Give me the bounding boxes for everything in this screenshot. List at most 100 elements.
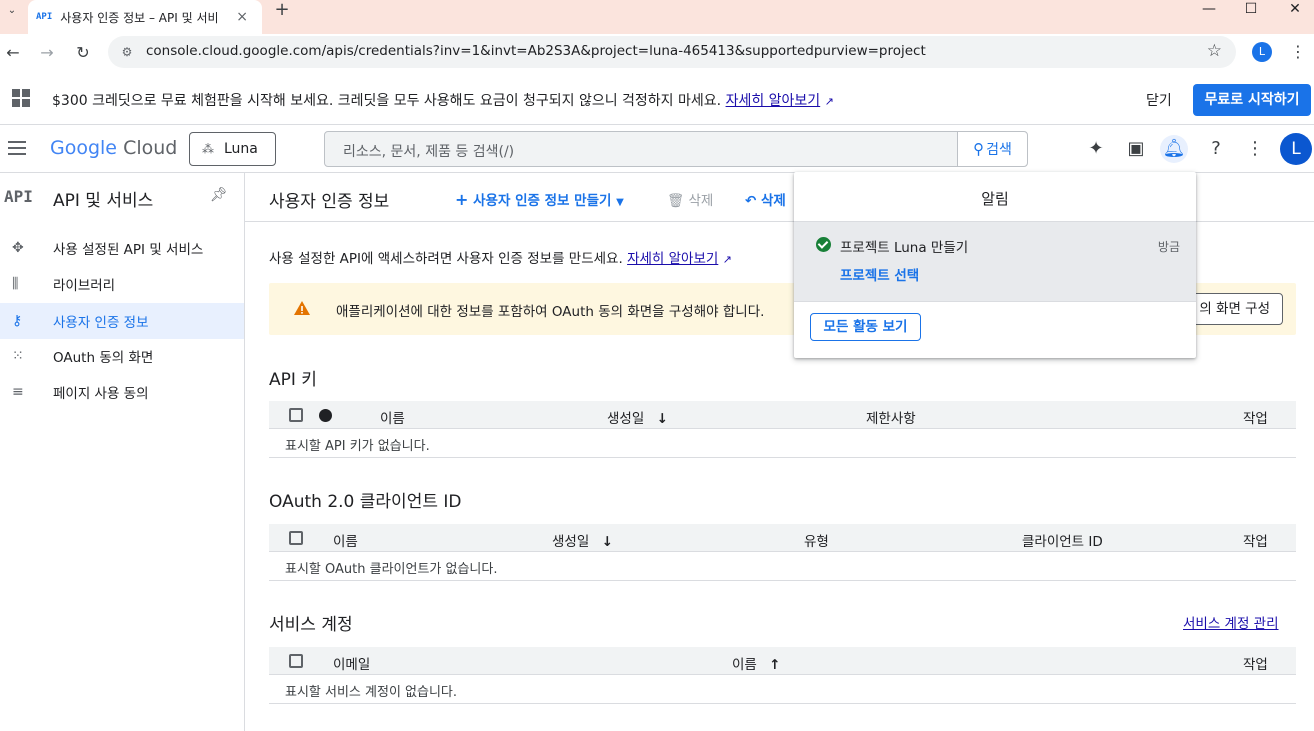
api-badge-icon: API [4, 187, 33, 206]
gemini-sparkle-icon[interactable]: ✦ [1082, 135, 1110, 163]
sidebar-item-enabled-apis[interactable]: ✥ 사용 설정된 API 및 서비스 [0, 230, 244, 266]
notification-message: 프로젝트 Luna 만들기 [840, 240, 969, 256]
col-created[interactable]: 생성일 ↓ [607, 407, 668, 427]
create-credentials-label: 사용자 인증 정보 만들기 [473, 193, 612, 209]
start-free-button[interactable]: 무료로 시작하기 [1193, 84, 1311, 116]
col-created-label: 생성일 [552, 534, 590, 550]
account-avatar[interactable]: L [1280, 133, 1312, 165]
google-cloud-logo[interactable]: Google Cloud [50, 137, 177, 159]
page-title: 사용자 인증 정보 [269, 192, 390, 212]
pin-icon[interactable]: 📌︎ [210, 187, 228, 203]
create-credentials-button[interactable]: + 사용자 인증 정보 만들기 ▼ [455, 189, 624, 209]
project-name: Luna [224, 141, 258, 157]
back-arrow-icon[interactable]: ← [0, 40, 26, 66]
site-settings-icon[interactable]: ⚙ [118, 43, 136, 61]
api-keys-empty-row: 표시할 API 키가 없습니다. [269, 429, 1296, 458]
external-link-icon: ↗ [722, 253, 732, 266]
bookmark-star-icon[interactable]: ☆ [1207, 41, 1222, 61]
oauth-table-header: 이름 생성일 ↓ 유형 클라이언트 ID 작업 [269, 524, 1296, 552]
sidebar-item-label: OAuth 동의 화면 [53, 350, 154, 366]
sidebar: API API 및 서비스 📌︎ ✥ 사용 설정된 API 및 서비스 ⫼ 라이… [0, 173, 245, 731]
address-url[interactable]: console.cloud.google.com/apis/credential… [146, 43, 926, 59]
warning-icon [294, 301, 310, 315]
promo-close-button[interactable]: 닫기 [1146, 90, 1172, 110]
sidebar-title: API 및 서비스 [53, 191, 154, 211]
browser-profile-avatar[interactable]: L [1252, 42, 1272, 62]
search-placeholder: 리소스, 문서, 제품 등 검색(/) [343, 144, 515, 160]
oauth-table: 이름 생성일 ↓ 유형 클라이언트 ID 작업 표시할 OAuth 클라이언트가… [269, 524, 1296, 581]
view-all-activity-button[interactable]: 모든 활동 보기 [810, 313, 921, 341]
restore-deleted-button[interactable]: ↶ 삭제 [745, 189, 786, 209]
intro-message: 사용 설정한 API에 액세스하려면 사용자 인증 정보를 만드세요. [269, 251, 623, 267]
forward-arrow-icon[interactable]: → [34, 40, 60, 66]
oauth-title: OAuth 2.0 클라이언트 ID [269, 492, 462, 512]
browser-tab-strip: ⌄ API 사용자 인증 정보 – API 및 서비 × + — ☐ ✕ [0, 0, 1314, 34]
sidebar-item-page-usage-agreement[interactable]: ≡ 페이지 사용 동의 [0, 374, 244, 410]
cloud-shell-icon[interactable]: ▣ [1122, 135, 1150, 163]
window-maximize-icon[interactable]: ☐ [1236, 0, 1266, 20]
browser-menu-icon[interactable]: ⋮ [1290, 42, 1306, 61]
sidebar-item-credentials[interactable]: ⚷ 사용자 인증 정보 [0, 303, 244, 339]
tab-favicon: API [36, 12, 53, 22]
console-header: Google Cloud ⁂ Luna 리소스, 문서, 제품 등 검색(/) … [0, 125, 1314, 173]
delete-button[interactable]: 🗑︎ 삭제 [667, 189, 713, 209]
intro-learn-more-link[interactable]: 자세히 알아보기 [627, 251, 718, 267]
notification-time: 방금 [1157, 240, 1180, 254]
window-close-icon[interactable]: ✕ [1280, 0, 1310, 20]
external-link-icon: ↗ [824, 95, 834, 108]
select-all-checkbox[interactable] [289, 654, 303, 668]
select-all-checkbox[interactable] [289, 408, 303, 422]
reload-icon[interactable]: ↻ [70, 40, 96, 66]
sidebar-item-label: 페이지 사용 동의 [53, 386, 149, 402]
address-bar[interactable]: ⚙ console.cloud.google.com/apis/credenti… [108, 36, 1236, 68]
api-keys-table: 이름 생성일 ↓ 제한사항 작업 표시할 API 키가 없습니다. [269, 401, 1296, 458]
tab-search-chevron-icon[interactable]: ⌄ [0, 0, 24, 20]
plus-icon: + [455, 190, 469, 209]
library-icon: ⫼ [12, 276, 19, 292]
window-minimize-icon[interactable]: — [1194, 0, 1224, 20]
col-type: 유형 [804, 534, 829, 550]
col-email[interactable]: 이메일 [333, 653, 370, 673]
new-tab-plus-icon[interactable]: + [270, 0, 294, 20]
search-button[interactable]: ⚲ 검색 [957, 132, 1027, 166]
delete-label: 삭제 [688, 193, 714, 209]
logo-google: Google [50, 137, 118, 159]
manage-service-accounts-link[interactable]: 서비스 계정 관리 [1183, 612, 1279, 632]
sidebar-item-oauth-consent[interactable]: ⁙ OAuth 동의 화면 [0, 338, 244, 374]
sort-down-arrow-icon: ↓ [656, 411, 668, 427]
warning-text: 애플리케이션에 대한 정보를 포함하여 OAuth 동의 화면을 구성해야 합니… [336, 304, 765, 320]
project-picker-button[interactable]: ⁂ Luna [189, 132, 276, 166]
search-input[interactable]: 리소스, 문서, 제품 등 검색(/) ⚲ 검색 [324, 131, 1028, 167]
dropdown-caret-icon: ▼ [616, 197, 624, 208]
sort-up-arrow-icon: ↑ [769, 657, 781, 673]
col-name[interactable]: 이름 [380, 407, 405, 427]
oauth-dots-icon: ⁙ [12, 348, 24, 364]
api-keys-table-header: 이름 생성일 ↓ 제한사항 작업 [269, 401, 1296, 429]
diamond-network-icon: ✥ [12, 240, 24, 256]
api-keys-title: API 키 [269, 370, 317, 390]
trash-icon: 🗑︎ [667, 193, 685, 209]
col-name[interactable]: 이름 [333, 530, 358, 550]
select-project-link[interactable]: 프로젝트 선택 [840, 264, 919, 284]
page-settings-icon: ≡ [12, 384, 24, 400]
col-created[interactable]: 생성일 ↓ [552, 530, 613, 550]
col-name[interactable]: 이름 ↑ [732, 653, 780, 673]
sidebar-item-library[interactable]: ⫼ 라이브러리 [0, 266, 244, 302]
select-all-checkbox[interactable] [289, 531, 303, 545]
service-accounts-table-header: 이메일 이름 ↑ 작업 [269, 647, 1296, 675]
help-icon[interactable]: ? [1202, 135, 1230, 163]
notifications-bell-icon[interactable]: 🔔︎ [1160, 135, 1188, 163]
tab-close-icon[interactable]: × [236, 9, 248, 25]
notification-item[interactable]: 프로젝트 Luna 만들기 방금 프로젝트 선택 [794, 222, 1196, 302]
hamburger-menu-icon[interactable] [8, 139, 28, 155]
promo-message: $300 크레딧으로 무료 체험판을 시작해 보세요. 크레딧을 모두 사용해도… [52, 93, 722, 109]
more-options-icon[interactable]: ⋮ [1241, 135, 1269, 163]
notifications-panel: 알림 프로젝트 Luna 만들기 방금 프로젝트 선택 모든 활동 보기 [794, 172, 1196, 358]
project-hierarchy-icon: ⁂ [202, 142, 214, 156]
col-restrictions: 제한사항 [866, 411, 916, 427]
sort-down-arrow-icon: ↓ [601, 534, 613, 550]
browser-tab-active[interactable]: API 사용자 인증 정보 – API 및 서비 × [28, 0, 262, 34]
gift-box-icon [12, 89, 32, 109]
promo-learn-more-link[interactable]: 자세히 알아보기 [726, 93, 821, 109]
search-button-label: 검색 [986, 142, 1012, 158]
